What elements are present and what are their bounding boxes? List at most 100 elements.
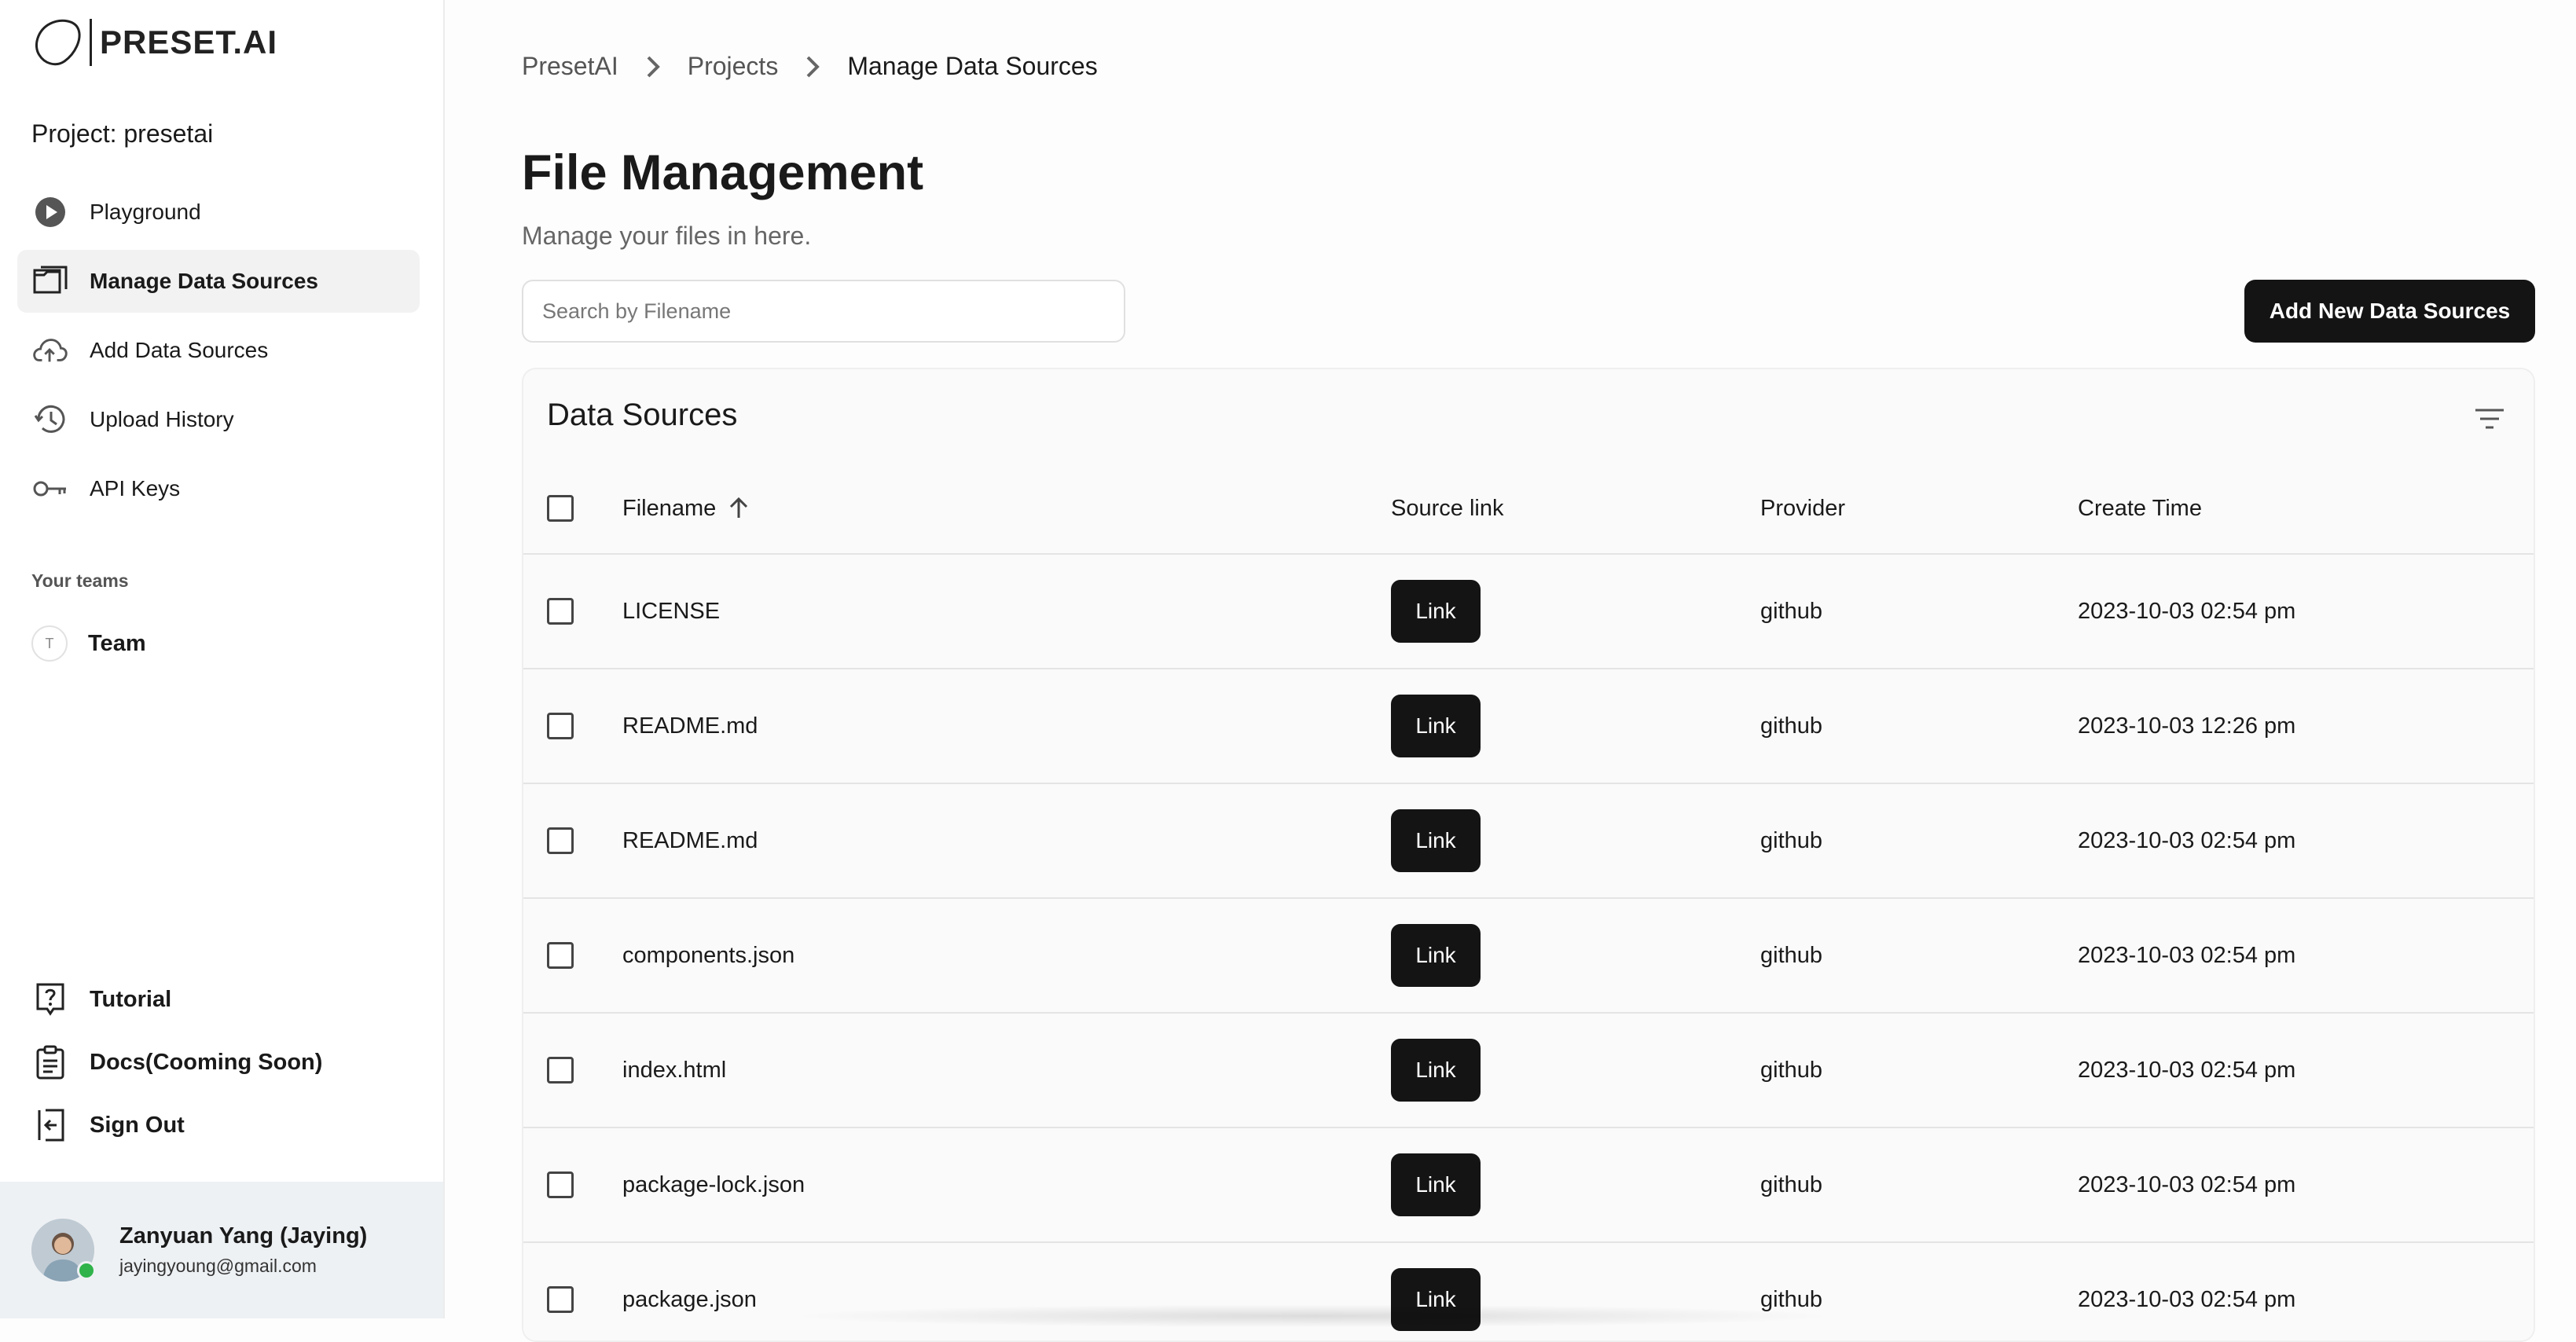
column-header-create-time: Create Time	[2078, 495, 2202, 521]
logo[interactable]: PRESET.AI	[31, 16, 277, 69]
sidebar-item-tutorial[interactable]: Tutorial	[17, 968, 420, 1031]
row-checkbox[interactable]	[547, 827, 574, 854]
sidebar-item-upload-history[interactable]: Upload History	[17, 388, 420, 451]
sidebar-nav: Playground Manage Data Sources Add Data …	[17, 181, 420, 526]
cell-create-time: 2023-10-03 02:54 pm	[2078, 1057, 2296, 1083]
sidebar-item-label: Upload History	[90, 407, 234, 431]
cell-filename: package-lock.json	[622, 1172, 805, 1197]
sidebar-item-add-data-sources[interactable]: Add Data Sources	[17, 319, 420, 382]
cell-filename: README.md	[622, 713, 758, 739]
chevron-right-icon	[805, 54, 820, 79]
sidebar-item-label: Docs(Cooming Soon)	[90, 1049, 323, 1075]
source-link-button[interactable]: Link	[1391, 924, 1481, 987]
cell-provider: github	[1760, 713, 1823, 739]
cell-provider: github	[1760, 1172, 1823, 1197]
source-link-button[interactable]: Link	[1391, 1153, 1481, 1216]
card-title: Data Sources	[547, 398, 738, 432]
table-row: README.md Link github 2023-10-03 02:54 p…	[523, 784, 2534, 899]
column-header-filename[interactable]: Filename	[622, 496, 749, 522]
sidebar-item-docs[interactable]: Docs(Cooming Soon)	[17, 1031, 420, 1094]
row-checkbox[interactable]	[547, 942, 574, 969]
page-title: File Management	[522, 145, 924, 200]
cell-create-time: 2023-10-03 12:26 pm	[2078, 713, 2296, 739]
table-row: LICENSE Link github 2023-10-03 02:54 pm	[523, 555, 2534, 669]
user-name: Zanyuan Yang (Jaying)	[119, 1223, 368, 1248]
logo-blob-icon	[35, 19, 81, 66]
cell-filename: components.json	[622, 942, 795, 968]
sidebar-item-label: API Keys	[90, 476, 181, 500]
sidebar-item-label: Sign Out	[90, 1112, 185, 1138]
sidebar-item-label: Playground	[90, 200, 201, 224]
cell-filename: package.json	[622, 1286, 757, 1312]
sidebar-item-label: Manage Data Sources	[90, 269, 318, 293]
row-checkbox[interactable]	[547, 1057, 574, 1084]
project-label: Project: presetai	[31, 119, 214, 148]
sidebar-item-playground[interactable]: Playground	[17, 181, 420, 244]
table-row: README.md Link github 2023-10-03 12:26 p…	[523, 669, 2534, 784]
source-link-button[interactable]: Link	[1391, 695, 1481, 757]
cloud-upload-icon	[33, 333, 68, 368]
user-profile[interactable]: Zanyuan Yang (Jaying) jayingyoung@gmail.…	[0, 1182, 443, 1318]
source-link-button[interactable]: Link	[1391, 580, 1481, 643]
cell-create-time: 2023-10-03 02:54 pm	[2078, 942, 2296, 968]
table-row: index.html Link github 2023-10-03 02:54 …	[523, 1014, 2534, 1128]
sidebar-bottom-nav: Tutorial Docs(Cooming Soon) Sign Out	[17, 968, 420, 1157]
source-link-button[interactable]: Link	[1391, 809, 1481, 872]
column-header-label: Filename	[622, 495, 717, 521]
source-link-button[interactable]: Link	[1391, 1039, 1481, 1102]
clipboard-icon	[33, 1045, 68, 1080]
data-table: Filename Source link Provider Create Tim…	[523, 464, 2534, 1340]
cell-provider: github	[1760, 942, 1823, 968]
cell-provider: github	[1760, 598, 1823, 624]
team-avatar: T	[31, 625, 68, 662]
cell-filename: LICENSE	[622, 598, 721, 624]
column-header-provider: Provider	[1760, 495, 1845, 521]
breadcrumb-item-current: Manage Data Sources	[847, 52, 1098, 80]
team-name: Team	[88, 630, 146, 656]
search-input[interactable]	[522, 280, 1125, 343]
sort-arrow-up-icon	[728, 497, 749, 519]
help-icon	[33, 982, 68, 1017]
online-status-dot	[77, 1261, 96, 1280]
filter-icon[interactable]	[2472, 402, 2507, 437]
page-subtitle: Manage your files in here.	[522, 222, 812, 250]
avatar	[31, 1219, 96, 1282]
sidebar-item-label: Tutorial	[90, 986, 172, 1012]
data-sources-card: Data Sources Filename Source link Provid…	[522, 368, 2535, 1342]
logo-text: PRESET.AI	[100, 24, 278, 60]
folders-icon	[33, 264, 68, 299]
cell-create-time: 2023-10-03 02:54 pm	[2078, 827, 2296, 853]
row-checkbox[interactable]	[547, 1172, 574, 1198]
breadcrumb-item-presetai[interactable]: PresetAI	[522, 52, 618, 81]
cell-create-time: 2023-10-03 02:54 pm	[2078, 598, 2296, 624]
add-new-data-sources-button[interactable]: Add New Data Sources	[2244, 280, 2535, 343]
sidebar-item-sign-out[interactable]: Sign Out	[17, 1094, 420, 1157]
table-row: package-lock.json Link github 2023-10-03…	[523, 1128, 2534, 1243]
teams-label: Your teams	[31, 570, 129, 591]
cell-provider: github	[1760, 1057, 1823, 1083]
breadcrumb-item-projects[interactable]: Projects	[688, 52, 779, 81]
sidebar-item-manage-data-sources[interactable]: Manage Data Sources	[17, 250, 420, 313]
sidebar-item-label: Add Data Sources	[90, 338, 269, 362]
breadcrumb: PresetAI Projects Manage Data Sources	[522, 52, 1098, 81]
key-icon	[33, 471, 68, 506]
column-header-source-link: Source link	[1391, 495, 1504, 521]
table-row: components.json Link github 2023-10-03 0…	[523, 899, 2534, 1014]
logo-divider	[90, 19, 92, 66]
history-icon	[33, 402, 68, 437]
play-circle-icon	[33, 195, 68, 229]
cell-create-time: 2023-10-03 02:54 pm	[2078, 1286, 2296, 1312]
chevron-right-icon	[645, 54, 661, 79]
row-checkbox[interactable]	[547, 1286, 574, 1313]
sidebar: PRESET.AI Project: presetai Playground M…	[0, 0, 445, 1318]
select-all-checkbox[interactable]	[547, 495, 574, 522]
cell-create-time: 2023-10-03 02:54 pm	[2078, 1172, 2296, 1197]
table-header: Filename Source link Provider Create Tim…	[523, 464, 2534, 555]
row-checkbox[interactable]	[547, 598, 574, 625]
sign-out-icon	[33, 1108, 68, 1142]
sidebar-item-api-keys[interactable]: API Keys	[17, 457, 420, 520]
row-checkbox[interactable]	[547, 713, 574, 739]
scroll-shadow	[786, 1304, 1839, 1328]
team-item[interactable]: T Team	[31, 625, 146, 662]
cell-filename: index.html	[622, 1057, 727, 1083]
